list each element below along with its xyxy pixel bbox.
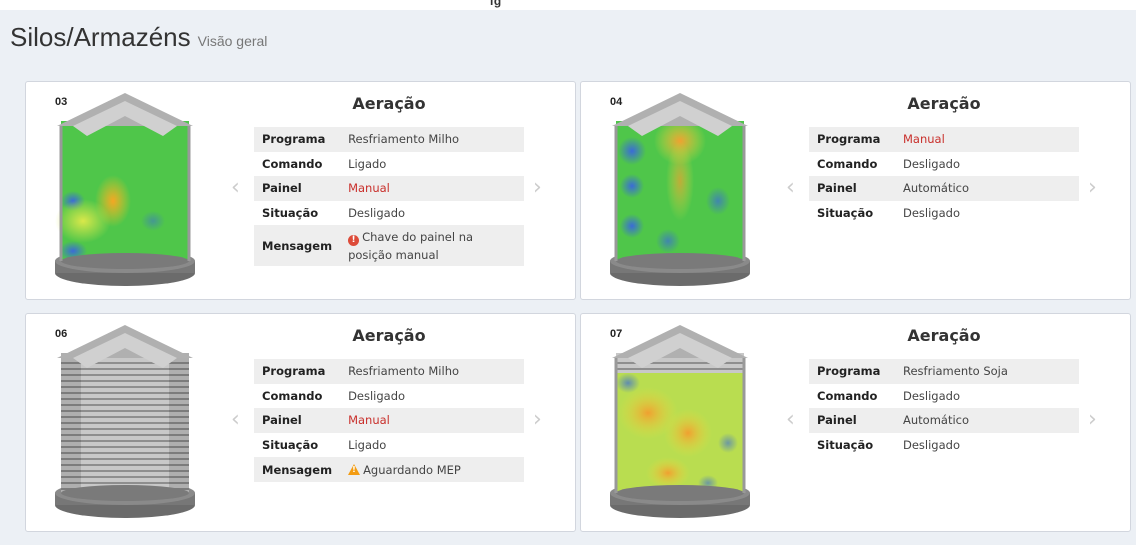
silo-card-04[interactable]: 04 Aeração ‹ › Programa Manual Comando Des… <box>580 81 1131 300</box>
aeration-title: Aeração <box>907 94 981 113</box>
silo-image <box>610 325 750 518</box>
next-arrow-icon[interactable]: › <box>1088 177 1097 199</box>
next-arrow-icon[interactable]: › <box>533 409 542 431</box>
row-comando: Comando Desligado <box>809 152 1079 177</box>
message-text: Aguardando MEP <box>363 462 461 477</box>
row-value: ! Aguardando MEP <box>340 457 524 482</box>
row-label: Painel <box>254 176 341 201</box>
row-value: Desligado <box>903 206 960 221</box>
row-situacao: Situação Desligado <box>809 433 1079 458</box>
row-value: Desligado <box>903 388 960 403</box>
row-label: Comando <box>262 388 323 403</box>
row-value: Resfriamento Soja <box>895 359 1079 384</box>
row-value: Desligado <box>348 388 406 403</box>
row-value: Ligado <box>348 438 387 453</box>
row-value: Automático <box>895 408 1079 433</box>
row-value: Automático <box>895 176 1079 201</box>
row-value: Manual <box>895 127 1079 152</box>
page-title: Silos/Armazéns <box>10 22 191 52</box>
row-situacao: Situação Ligado <box>254 433 524 458</box>
aeration-info-table: Programa Manual Comando Desligado Painel Au… <box>809 127 1079 225</box>
row-painel: Painel Manual <box>254 176 524 201</box>
warning-triangle-icon: ! <box>348 463 361 475</box>
row-painel: Painel Automático <box>809 408 1079 433</box>
row-programa: Programa Resfriamento Milho <box>254 127 524 152</box>
row-label: Situação <box>817 206 874 221</box>
aeration-info-table: Programa Resfriamento Milho Comando Deslig… <box>254 359 524 482</box>
silo-number: 06 <box>55 328 68 340</box>
row-value: Desligado <box>348 206 406 221</box>
row-painel: Painel Manual <box>254 408 524 433</box>
row-label: Painel <box>809 176 895 201</box>
row-label: Painel <box>809 408 895 433</box>
aeration-info-table: Programa Resfriamento Soja Comando Desliga… <box>809 359 1079 457</box>
row-label: Programa <box>809 359 895 384</box>
prev-arrow-icon[interactable]: ‹ <box>786 177 795 199</box>
silo-image <box>55 325 195 518</box>
silo-image <box>610 93 750 286</box>
row-value: Manual <box>340 408 524 433</box>
row-situacao: Situação Desligado <box>254 201 524 226</box>
row-value: Ligado <box>348 156 387 171</box>
row-label: Mensagem <box>254 225 341 267</box>
silo-card-06[interactable]: 06 Aeração ‹ › Programa Resfriamento Milh… <box>25 313 576 532</box>
message-text: Chave do painel na posição manual <box>348 229 474 262</box>
next-arrow-icon[interactable]: › <box>1088 409 1097 431</box>
row-comando: Comando Desligado <box>254 384 524 409</box>
silo-number: 03 <box>55 96 68 108</box>
row-label: Mensagem <box>254 457 341 482</box>
row-value: Desligado <box>903 156 960 171</box>
aeration-title: Aeração <box>907 326 981 345</box>
row-label: Painel <box>254 408 341 433</box>
row-label: Situação <box>817 438 874 453</box>
silo-number: 04 <box>610 96 623 108</box>
page-header: Silos/Armazéns Visão geral <box>10 22 267 53</box>
silo-number: 07 <box>610 328 623 340</box>
row-label: Situação <box>262 206 319 221</box>
exclamation-circle-icon: ! <box>348 234 360 246</box>
row-comando: Comando Ligado <box>254 152 524 177</box>
row-label: Programa <box>254 127 341 152</box>
page-subtitle: Visão geral <box>197 33 268 49</box>
row-value: Manual <box>340 176 524 201</box>
aeration-title: Aeração <box>352 94 426 113</box>
row-value: Resfriamento Milho <box>340 127 524 152</box>
prev-arrow-icon[interactable]: ‹ <box>231 177 240 199</box>
row-value: ! Chave do painel na posição manual <box>340 225 524 267</box>
row-comando: Comando Desligado <box>809 384 1079 409</box>
row-label: Programa <box>809 127 895 152</box>
row-label: Comando <box>817 156 878 171</box>
row-mensagem: Mensagem! Chave do painel na posição manu… <box>254 225 524 267</box>
row-label: Comando <box>817 388 878 403</box>
aeration-info-table: Programa Resfriamento Milho Comando Ligado… <box>254 127 524 267</box>
silo-card-03[interactable]: 03 Aeração ‹ › Programa Resfriamento Milh… <box>25 81 576 300</box>
next-arrow-icon[interactable]: › <box>533 177 542 199</box>
row-programa: Programa Resfriamento Soja <box>809 359 1079 384</box>
cropped-top-text: ig <box>490 0 502 8</box>
row-situacao: Situação Desligado <box>809 201 1079 226</box>
row-programa: Programa Resfriamento Milho <box>254 359 524 384</box>
row-painel: Painel Automático <box>809 176 1079 201</box>
row-mensagem: Mensagem! Aguardando MEP <box>254 457 524 482</box>
row-label: Programa <box>254 359 341 384</box>
row-value: Resfriamento Milho <box>340 359 524 384</box>
row-label: Comando <box>262 156 323 171</box>
top-strip: ig <box>0 0 1136 10</box>
silo-card-07[interactable]: 07 Aeração ‹ › Programa Resfriamento Soja… <box>580 313 1131 532</box>
row-programa: Programa Manual <box>809 127 1079 152</box>
prev-arrow-icon[interactable]: ‹ <box>786 409 795 431</box>
prev-arrow-icon[interactable]: ‹ <box>231 409 240 431</box>
row-value: Desligado <box>903 438 960 453</box>
silo-image <box>55 93 195 286</box>
row-label: Situação <box>262 438 319 453</box>
aeration-title: Aeração <box>352 326 426 345</box>
